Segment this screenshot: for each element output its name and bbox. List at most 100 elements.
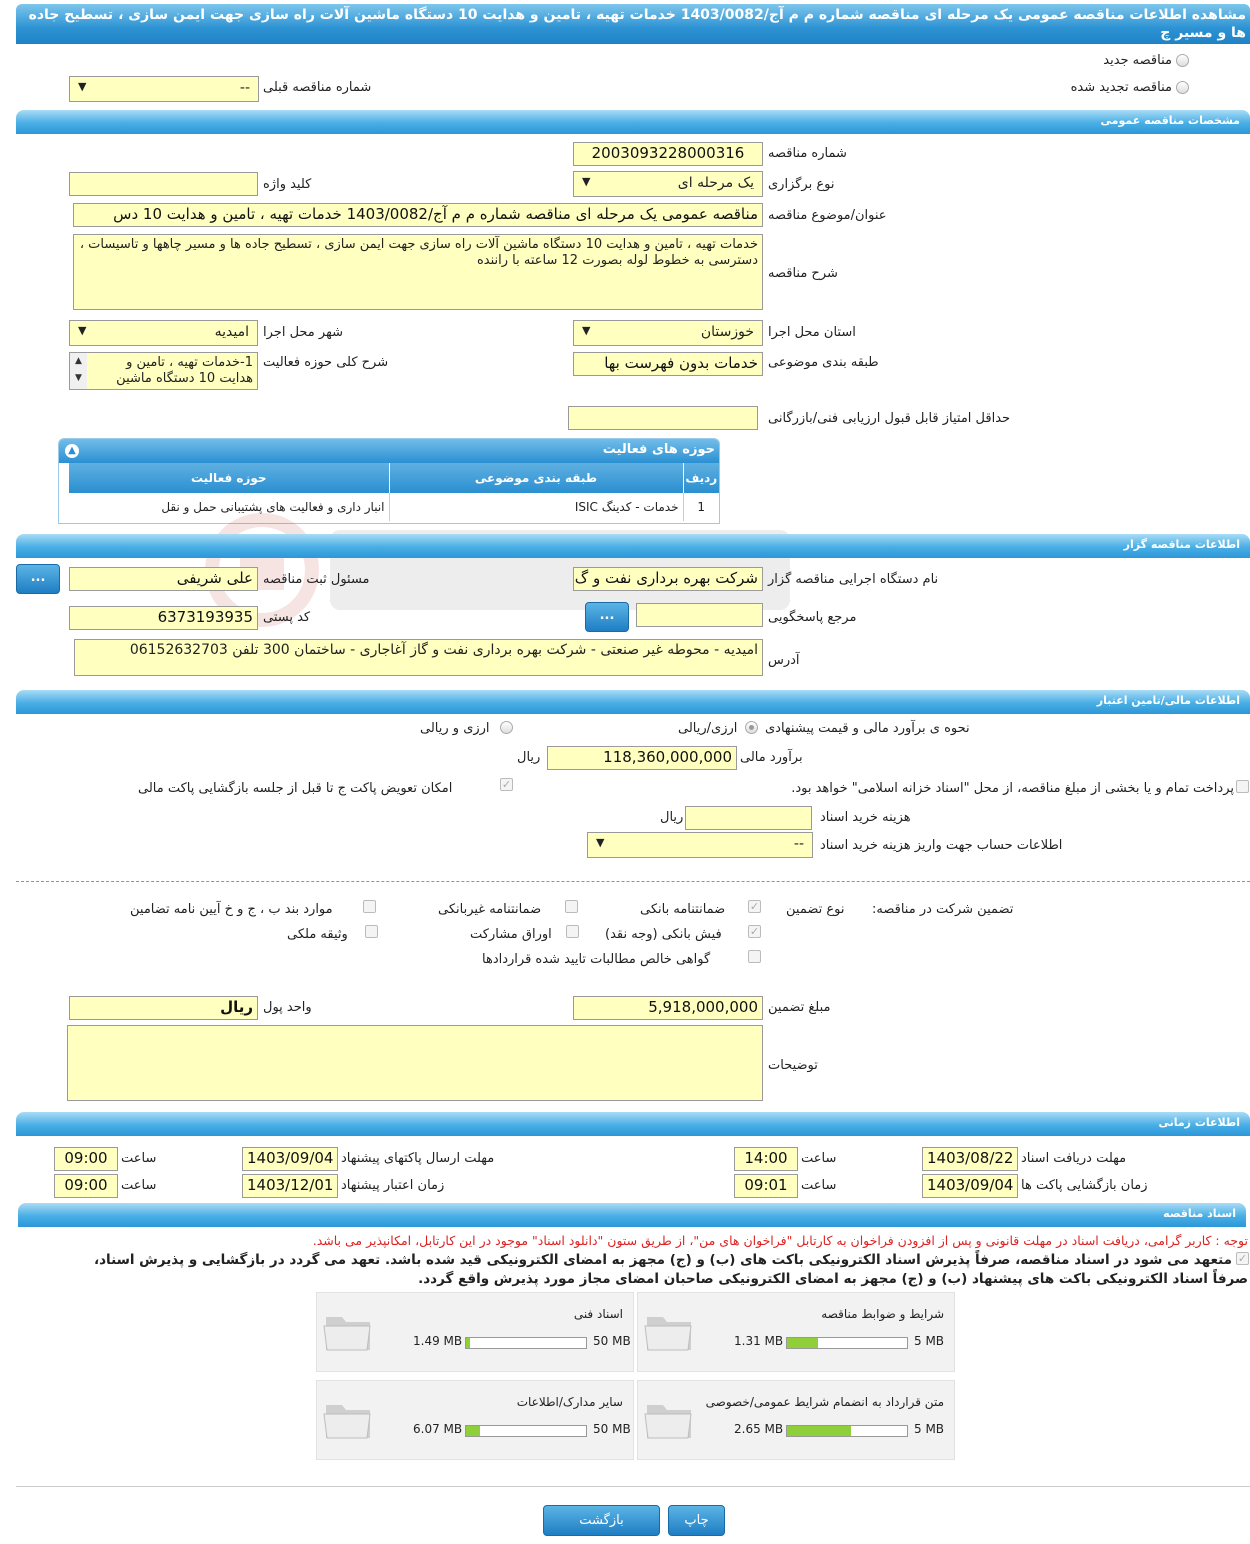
commitment-line1: متعهد می شود در اسناد مناقصه، صرفاً پذیر… [93,1252,1232,1268]
new-tender-label: مناقصه جدید [1103,53,1172,68]
city-label: شهر محل اجرا [263,325,343,340]
property-label: وثیقه ملکی [287,927,348,942]
doc-size-bar-fill [787,1338,819,1348]
keyword-label: کلید واژه [263,177,312,192]
swap-text: امکان تعویض پاکت ج تا قبل از جلسه بازگشا… [138,781,453,796]
doc-max-size: 5 MB [914,1334,945,1348]
tender-number-label: شماره مناقصه [768,146,847,161]
ref-lookup-button[interactable]: ... [585,602,629,632]
bank-receipt-checkbox[interactable]: ✓ [748,925,761,938]
validity-time[interactable]: 09:00 [54,1174,118,1198]
submit-time-label: ساعت [121,1151,157,1166]
doc-card-terms[interactable]: شرایط و ضوابط مناقصه 1.31 MB 5 MB [637,1292,955,1372]
folder-icon [323,1405,371,1439]
doc-name: اسناد فنی [573,1307,623,1321]
doc-size-bar [786,1425,908,1437]
doc-size: 1.31 MB [734,1334,784,1348]
doc-receive-date[interactable]: 1403/08/22 [922,1147,1018,1171]
subject-label: عنوان/موضوع مناقصه [768,208,887,223]
folder-icon [644,1405,692,1439]
bonds-checkbox[interactable] [566,925,579,938]
divider [16,881,1250,882]
doc-cost-field[interactable] [685,806,812,830]
opening-date[interactable]: 1403/09/04 [922,1174,1018,1198]
opening-time[interactable]: 09:01 [734,1174,798,1198]
holding-type-select[interactable]: یک مرحله ای ▼ [573,171,763,197]
doc-card-technical[interactable]: اسناد فنی 1.49 MB 50 MB [316,1292,634,1372]
nonbank-guarantee-checkbox[interactable] [565,900,578,913]
currency-rial-label: ارزی/ریالی [678,721,738,736]
activity-desc-scrollbar[interactable]: ▲ ▼ [70,353,87,389]
guarantee-amount-field[interactable]: 5,918,000,000 [573,996,763,1020]
opening-time-label: ساعت [801,1178,837,1193]
registrar-lookup-button[interactable]: ... [16,564,60,594]
doc-card-other[interactable]: سایر مدارک/اطلاعات 6.07 MB 50 MB [316,1380,634,1460]
keyword-field[interactable] [69,172,258,196]
doc-receive-time[interactable]: 14:00 [734,1147,798,1171]
doc-name: شرایط و ضوابط مناقصه [821,1307,944,1321]
province-select[interactable]: خوزستان ▼ [573,320,763,346]
folder-icon [323,1317,371,1351]
min-score-label: حداقل امتیاز قابل قبول ارزیابی فنی/بازرگ… [768,411,1011,426]
bank-guarantee-checkbox[interactable]: ✓ [748,900,761,913]
tender-number-field[interactable]: 2003093228000316 [573,142,763,166]
chevron-down-icon: ▼ [582,324,591,337]
doc-max-size: 50 MB [593,1422,631,1436]
collapse-icon[interactable]: ▲ [65,444,79,458]
address-field[interactable]: امیدیه - محوطه غیر صنعتی - شرکت بهره برد… [74,639,763,676]
holding-type-label: نوع برگزاری [768,177,835,192]
swap-checkbox[interactable]: ✓ [500,778,513,791]
commitment-checkbox[interactable]: ✓ [1236,1252,1249,1265]
items-bpj-checkbox[interactable] [363,900,376,913]
back-button[interactable]: بازگشت [543,1505,660,1536]
org-name-label: نام دستگاه اجرایی مناقصه گزار [768,572,939,587]
holding-type-value: یک مرحله ای [677,175,754,191]
doc-card-contract[interactable]: متن قرارداد به انضمام شرایط عمومی/خصوصی … [637,1380,955,1460]
org-name-field[interactable]: شرکت بهره برداری نفت و گ [573,567,763,591]
opening-label: زمان بازگشایی پاکت ها [1021,1178,1148,1193]
description-field[interactable]: خدمات تهیه ، تامین و هدایت 10 دستگاه ماش… [73,234,763,310]
submit-date[interactable]: 1403/09/04 [242,1147,338,1171]
registrar-field[interactable]: علی شریفی [69,567,258,591]
validity-time-label: ساعت [121,1178,157,1193]
currency-and-rial-radio[interactable] [500,721,513,734]
postal-field[interactable]: 6373193935 [69,606,258,630]
new-tender-radio[interactable] [1176,54,1189,67]
city-select[interactable]: امیدیه ▼ [69,320,258,346]
doc-cost-currency: ریال [660,810,684,825]
min-score-field[interactable] [568,406,758,430]
renewed-tender-radio[interactable] [1176,81,1189,94]
activities-title: حوزه های فعالیت [602,442,715,457]
currency-unit-field[interactable]: ریال [69,996,258,1020]
estimate-currency: ریال [517,750,541,765]
col-category: طبقه بندی موضوعی [388,463,683,493]
window-title: مشاهده اطلاعات مناقصه عمومی یک مرحله ای … [16,4,1250,44]
prev-number-select[interactable]: -- ▼ [69,76,259,102]
province-label: استان محل اجرا [768,325,856,340]
currency-rial-radio[interactable] [745,721,758,734]
submit-time[interactable]: 09:00 [54,1147,118,1171]
validity-date[interactable]: 1403/12/01 [242,1174,338,1198]
doc-max-size: 5 MB [914,1422,945,1436]
description-label: شرح مناقصه [768,266,838,281]
activity-desc-field[interactable]: 1-خدمات تهیه ، تامین و هدایت 10 دستگاه م… [69,352,258,390]
treasury-checkbox[interactable] [1236,780,1249,793]
items-bpj-label: موارد بند ب ، ج و خ آیین نامه تضامین [130,902,333,917]
category-field[interactable]: خدمات بدون فهرست بها [573,352,763,376]
doc-size-bar [465,1425,587,1437]
subject-field[interactable]: مناقصه عمومی یک مرحله ای مناقصه شماره م … [73,203,763,227]
folder-icon [644,1317,692,1351]
certificate-checkbox[interactable] [748,950,761,963]
estimate-field[interactable]: 118,360,000,000 [547,746,737,770]
province-value: خوزستان [700,324,754,340]
doc-receive-time-label: ساعت [801,1151,837,1166]
property-checkbox[interactable] [365,925,378,938]
chevron-down-icon: ▼ [78,324,87,337]
account-select[interactable]: -- ▼ [587,832,813,858]
doc-size-bar-fill [466,1338,470,1348]
notes-field[interactable] [67,1025,763,1101]
print-button[interactable]: چاپ [668,1505,725,1536]
chevron-down-icon: ▼ [596,836,605,849]
activity-desc-label: شرح کلی حوزه فعالیت [263,355,389,370]
ref-field[interactable] [636,603,763,627]
